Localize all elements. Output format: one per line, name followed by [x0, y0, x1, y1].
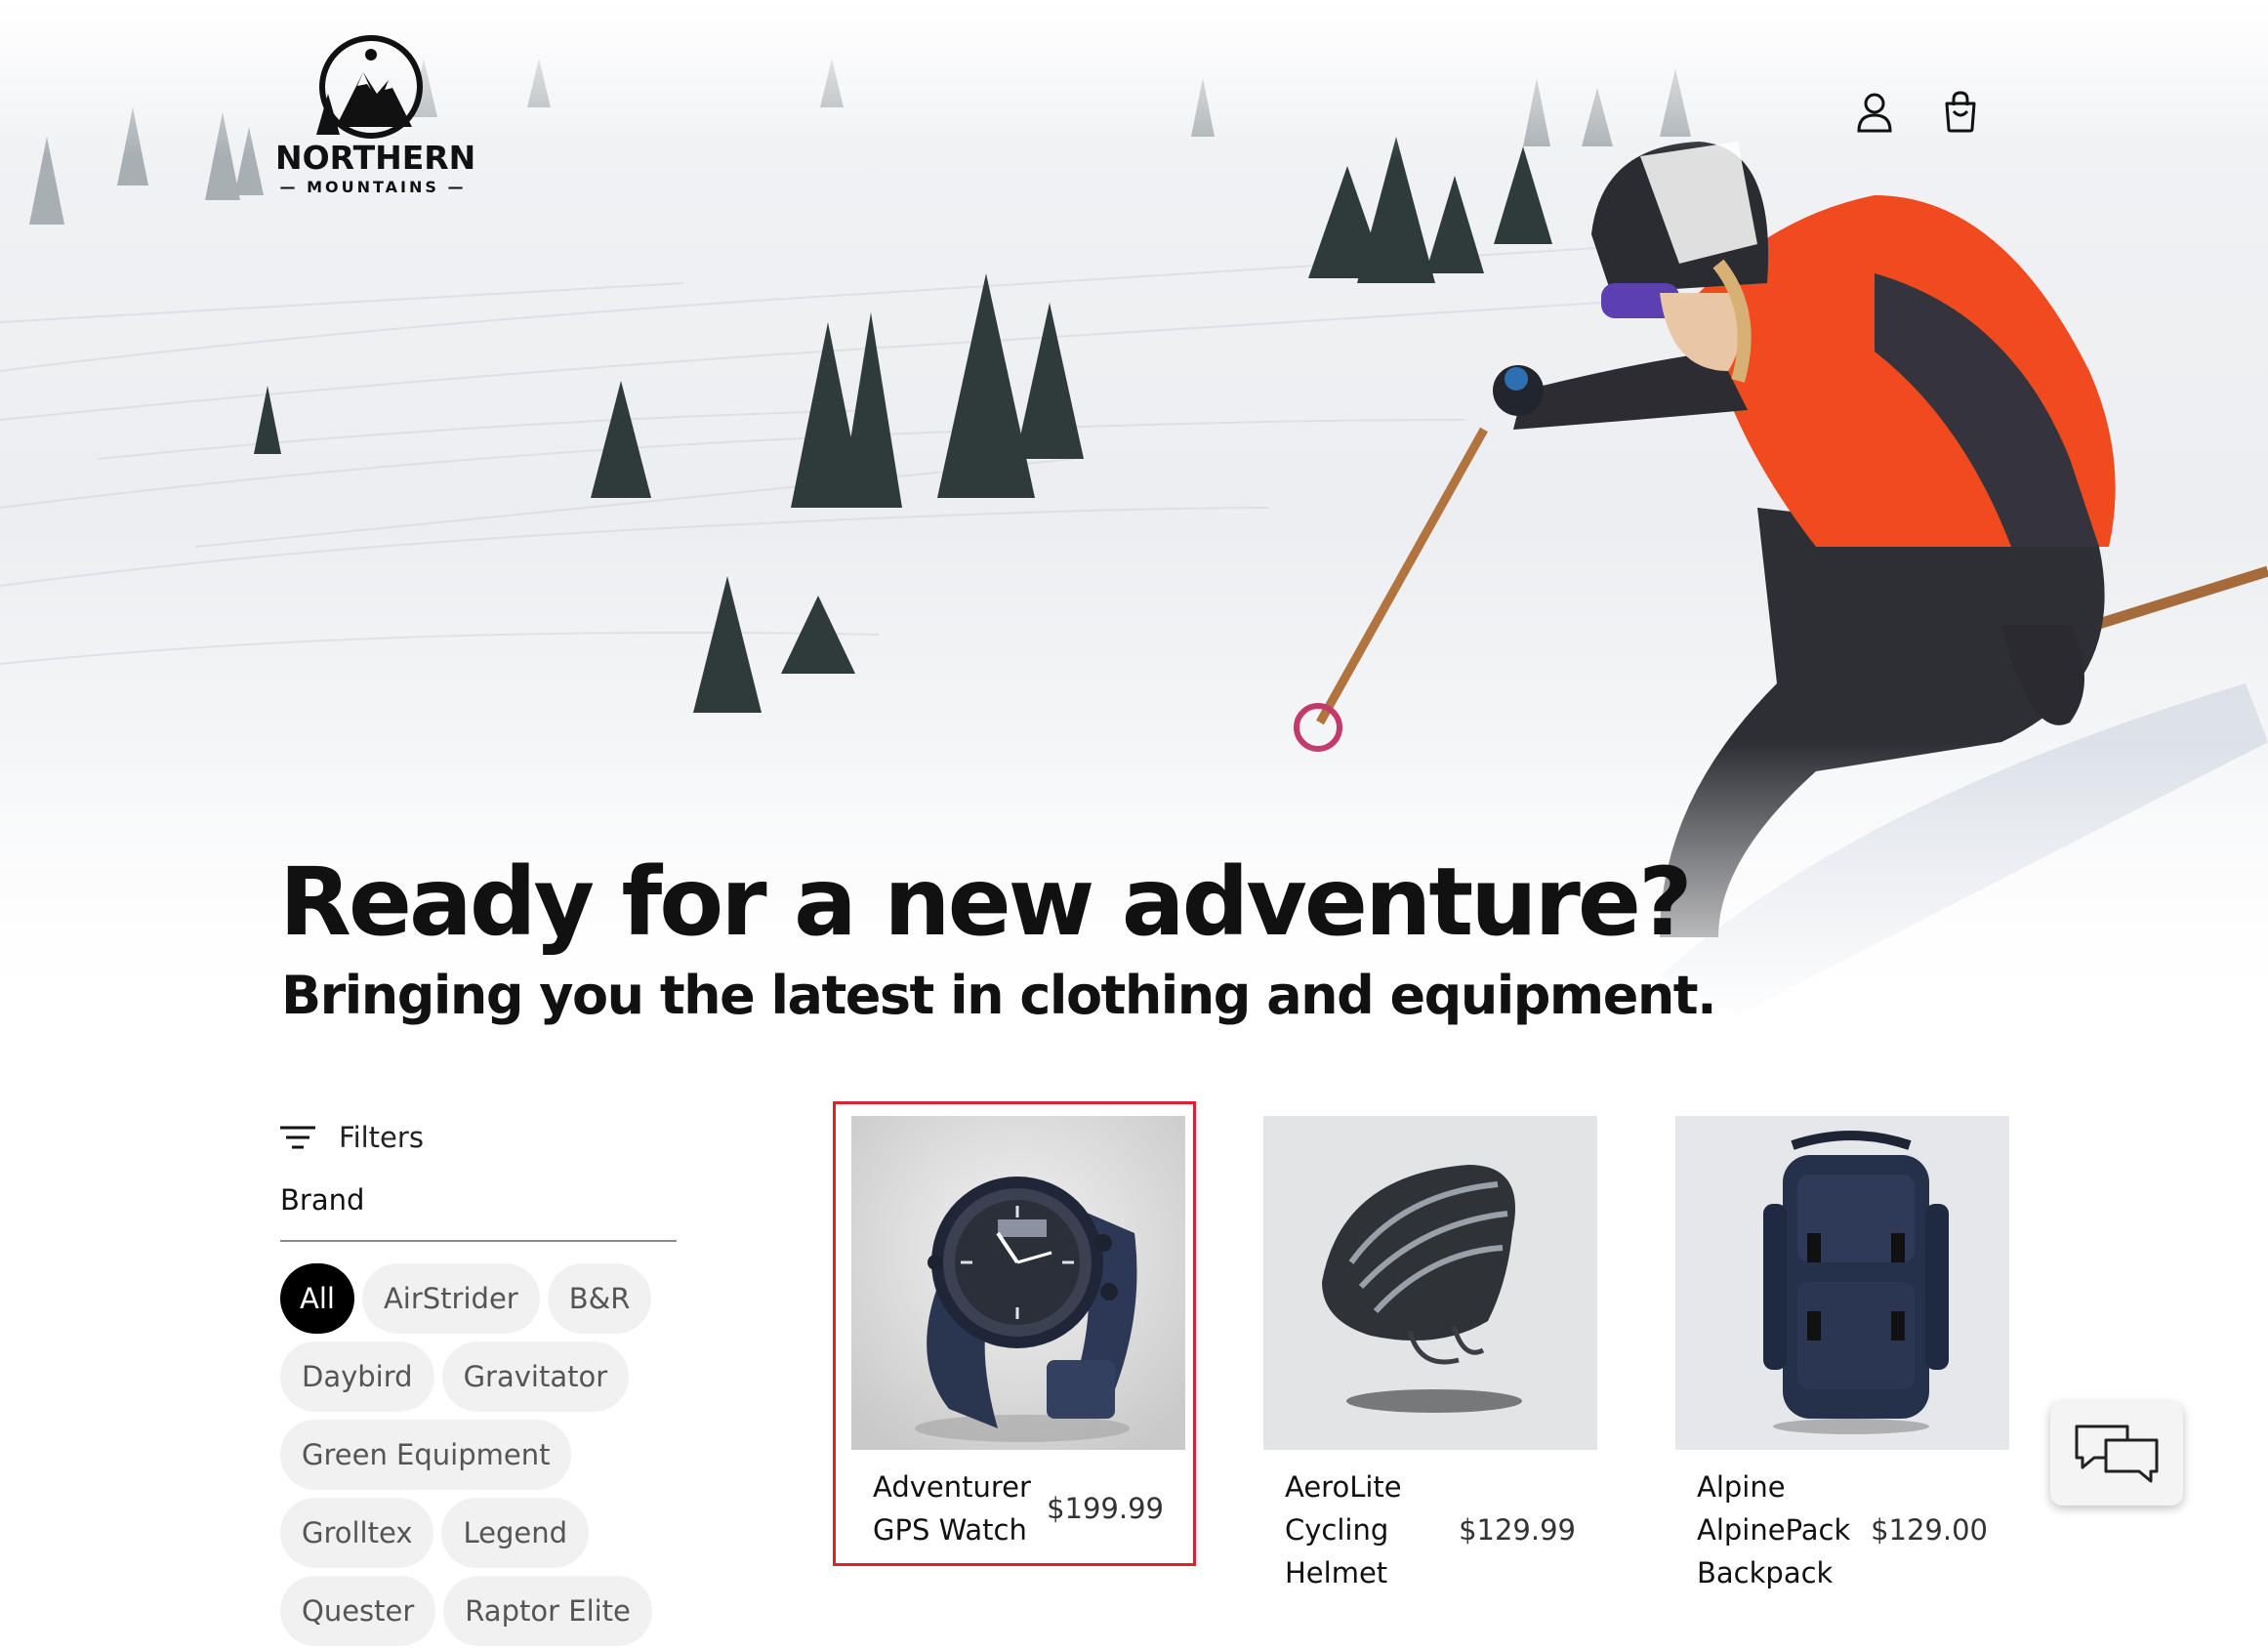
logo-line-2: — MOUNTAINS — — [279, 178, 467, 196]
product-name[interactable]: Alpine AlpinePack Backpack — [1697, 1465, 1863, 1594]
account-icon[interactable] — [1855, 90, 1894, 133]
product-info: AeroLite Cycling Helmet $129.99 — [1263, 1465, 1597, 1594]
chat-button[interactable] — [2050, 1402, 2183, 1506]
filter-lines-icon — [280, 1126, 315, 1149]
brand-chip-quester[interactable]: Quester — [280, 1576, 436, 1646]
product-name[interactable]: Adventurer GPS Watch — [873, 1465, 1047, 1551]
brand-chips: All AirStrider B&R Daybird Gravitator Gr… — [280, 1263, 690, 1646]
brand-chip-green-equipment[interactable]: Green Equipment — [280, 1420, 572, 1490]
product-image-cycling-helmet[interactable] — [1263, 1116, 1597, 1450]
brand-chip-legend[interactable]: Legend — [441, 1498, 590, 1568]
filters-label: Filters — [339, 1121, 424, 1154]
brand-chip-b-and-r[interactable]: B&R — [547, 1263, 652, 1334]
brand-chip-daybird[interactable]: Daybird — [280, 1341, 434, 1412]
brand-chip-raptor-elite[interactable]: Raptor Elite — [443, 1576, 652, 1646]
product-card-cycling-helmet[interactable]: AeroLite Cycling Helmet $129.99 — [1263, 1116, 1597, 1594]
chat-bubbles-icon — [2075, 1424, 2159, 1483]
brand-filter-title: Brand — [280, 1183, 365, 1217]
hero-headline: Ready for a new adventure? — [279, 847, 1693, 957]
product-card-gps-watch[interactable]: Adventurer GPS Watch $199.99 — [851, 1116, 1185, 1551]
hero-subheadline: Bringing you the latest in clothing and … — [281, 965, 1717, 1026]
product-info: Adventurer GPS Watch $199.99 — [851, 1465, 1185, 1551]
product-card-backpack[interactable]: Alpine AlpinePack Backpack $129.00 — [1675, 1116, 2009, 1594]
header-actions — [1855, 90, 1980, 133]
mountain-logo-icon — [316, 35, 423, 139]
product-image-backpack[interactable] — [1675, 1116, 2009, 1450]
brand-chip-all[interactable]: All — [280, 1263, 354, 1334]
product-info: Alpine AlpinePack Backpack $129.00 — [1675, 1465, 2009, 1594]
product-price: $199.99 — [1047, 1492, 1164, 1525]
divider — [280, 1240, 677, 1242]
product-price: $129.99 — [1459, 1513, 1576, 1547]
product-price: $129.00 — [1871, 1513, 1988, 1547]
shopping-bag-icon[interactable] — [1941, 90, 1980, 133]
logo-line-1: NORTHERN — [275, 139, 476, 177]
northern-mountains-logo[interactable]: NORTHERN — MOUNTAINS — — [275, 33, 476, 199]
product-name[interactable]: AeroLite Cycling Helmet — [1285, 1465, 1431, 1594]
brand-chip-gravitator[interactable]: Gravitator — [441, 1341, 630, 1412]
hero-banner: NORTHERN — MOUNTAINS — Ready for a new a… — [0, 0, 2268, 1035]
filters-toggle[interactable]: Filters — [280, 1113, 690, 1162]
product-image-gps-watch[interactable] — [851, 1116, 1185, 1450]
brand-chip-grolltex[interactable]: Grolltex — [280, 1498, 434, 1568]
filters-panel: Filters Brand All AirStrider B&R Daybird… — [280, 1113, 690, 1646]
brand-chip-airstrider[interactable]: AirStrider — [361, 1263, 540, 1334]
